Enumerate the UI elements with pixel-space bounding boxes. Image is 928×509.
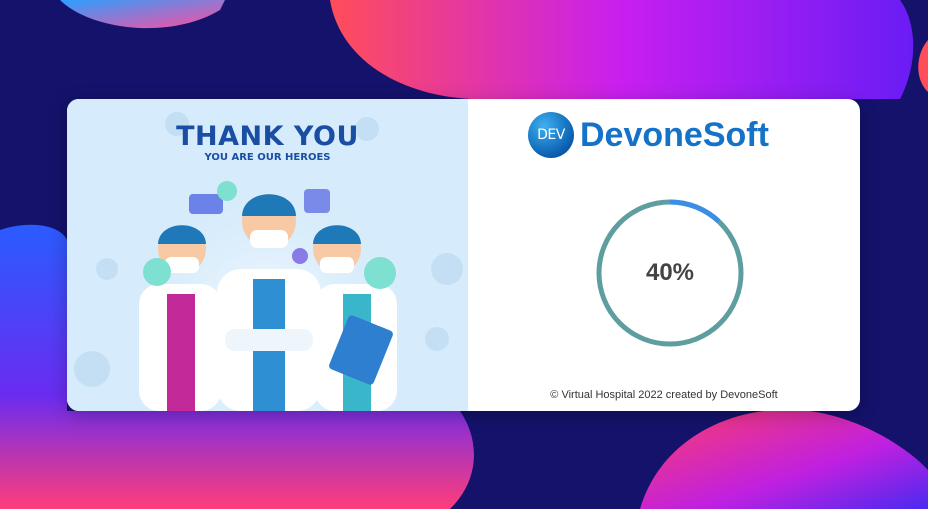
brand-name: DevoneSoft <box>580 115 769 154</box>
loading-card: THANK YOU YOU ARE OUR HEROES DEV DevoneS… <box>67 99 860 411</box>
logo-badge-text: DEV <box>537 127 565 143</box>
loading-panel: DEV DevoneSoft 40% © Virtual Hospital 20… <box>468 99 860 411</box>
logo-badge-icon: DEV <box>528 112 574 158</box>
progress-percentage: 40% <box>645 259 695 286</box>
copyright-footer: © Virtual Hospital 2022 created by Devon… <box>550 389 778 401</box>
thank-you-title: THANK YOU <box>176 121 359 152</box>
loading-progress-ring: 40% <box>595 198 745 348</box>
brand-logo: DEV DevoneSoft <box>528 110 769 160</box>
thank-you-illustration: THANK YOU YOU ARE OUR HEROES <box>67 99 468 411</box>
thank-you-subtitle: YOU ARE OUR HEROES <box>204 152 331 163</box>
